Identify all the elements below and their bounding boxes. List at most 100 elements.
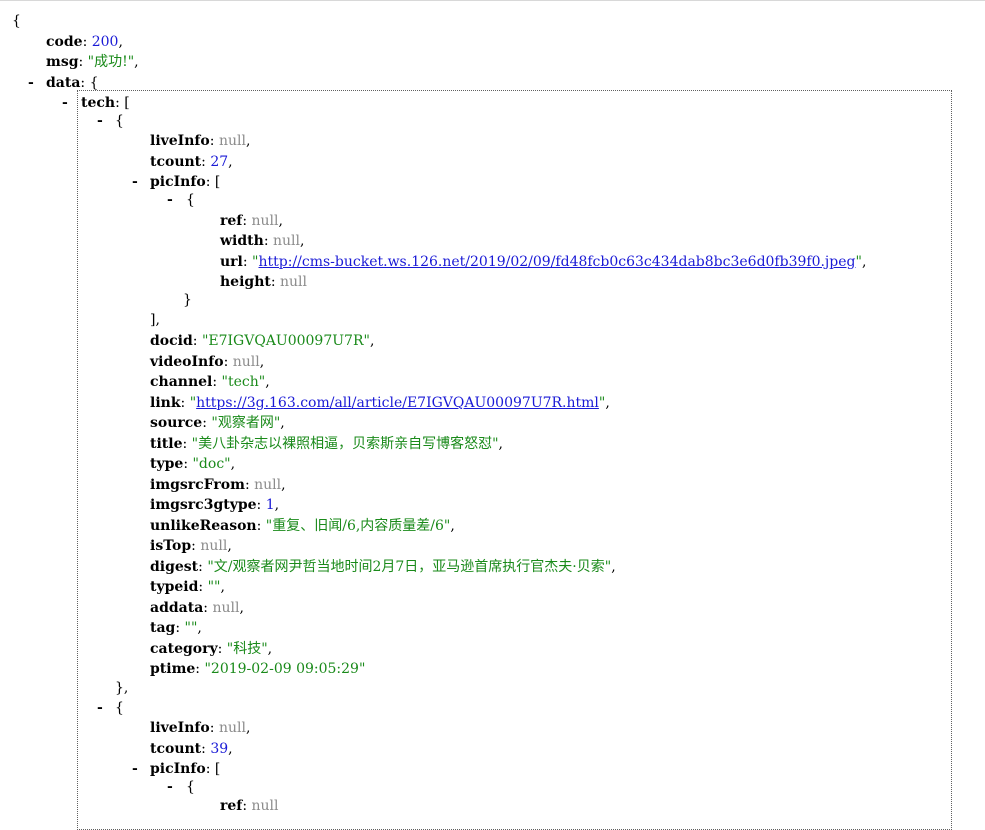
json-value: "成功!" — [87, 54, 135, 70]
json-key: liveInfo — [150, 720, 210, 736]
collapse-toggle-item[interactable]: - — [97, 698, 103, 718]
collapse-toggle-picinfo[interactable]: - — [132, 172, 138, 192]
json-key: source — [150, 415, 203, 431]
json-value: "2019-02-09 09:05:29" — [204, 661, 366, 677]
link-url[interactable]: https://3g.163.com/all/article/E7IGVQAU0… — [196, 395, 599, 411]
json-key: addata — [150, 600, 204, 616]
json-bracket: [ — [124, 95, 130, 111]
json-value: "E7IGVQAU00097U7R" — [201, 333, 370, 349]
json-key: width — [220, 233, 264, 249]
json-key: ptime — [150, 661, 196, 677]
field-row: ptime: "2019-02-09 09:05:29" — [150, 661, 366, 677]
json-key: isTop — [150, 538, 192, 554]
collapse-toggle-pic[interactable]: - — [167, 777, 173, 797]
json-key: typeid — [150, 579, 199, 595]
field-row: category: "科技", — [150, 641, 273, 657]
json-bracket: [ — [214, 174, 221, 190]
field-row: picInfo: [ — [150, 174, 221, 190]
json-value: "文/观察者网尹哲当地时间2月7日，亚马逊首席执行官杰夫·贝索" — [207, 559, 612, 575]
top-border — [0, 0, 985, 1]
json-key: digest — [150, 559, 199, 575]
json-value: null — [218, 720, 246, 736]
json-key: unlikeReason — [150, 518, 257, 534]
json-key: imgsrc3gtype — [150, 497, 257, 513]
json-key: url — [220, 254, 243, 270]
json-key: docid — [150, 333, 193, 349]
field-row: imgsrcFrom: null, — [150, 477, 286, 493]
json-value: null — [212, 600, 240, 616]
json-key: tcount — [150, 741, 202, 757]
url-link[interactable]: http://cms-bucket.ws.126.net/2019/02/09/… — [259, 254, 856, 270]
field-row: url: "http://cms-bucket.ws.126.net/2019/… — [220, 254, 867, 270]
item-open-brace: { — [115, 700, 124, 716]
pic-open-brace: { — [186, 779, 195, 795]
json-key: tag — [150, 620, 176, 636]
field-row: unlikeReason: "重复、旧闻/6,内容质量差/6", — [150, 518, 455, 534]
json-value: 27 — [210, 154, 229, 170]
field-row: addata: null, — [150, 600, 244, 616]
array-close: ], — [150, 312, 160, 328]
json-value: 39 — [210, 741, 229, 757]
field-row: imgsrc3gtype: 1, — [150, 497, 280, 513]
msg-row: msg: "成功!", — [46, 54, 139, 70]
field-row: source: "观察者网", — [150, 415, 285, 431]
json-key: ref — [220, 798, 243, 814]
json-key: videoInfo — [150, 354, 224, 370]
field-row: typeid: "", — [150, 579, 225, 595]
field-row: tcount: 27, — [150, 154, 233, 170]
tech-row: tech: [ — [81, 95, 130, 111]
json-key: code — [46, 34, 83, 50]
json-value: "观察者网" — [211, 415, 281, 431]
pic-close-brace: } — [183, 292, 192, 308]
collapse-toggle-pic[interactable]: - — [167, 190, 173, 210]
json-value: "tech" — [221, 374, 266, 390]
field-row: liveInfo: null, — [150, 720, 251, 736]
json-key: channel — [150, 374, 213, 390]
field-row: docid: "E7IGVQAU00097U7R", — [150, 333, 375, 349]
json-key: type — [150, 456, 184, 472]
json-bracket: [ — [214, 761, 221, 777]
pic-open-brace: { — [186, 192, 195, 208]
item-close-brace: }, — [115, 680, 129, 696]
field-row: ref: null — [220, 798, 279, 814]
collapse-toggle-item[interactable]: - — [97, 111, 103, 131]
field-row: videoInfo: null, — [150, 354, 265, 370]
field-row: liveInfo: null, — [150, 133, 251, 149]
field-row: channel: "tech", — [150, 374, 270, 390]
json-brace: { — [89, 75, 99, 91]
json-value: "doc" — [192, 456, 231, 472]
json-value: "" — [207, 579, 221, 595]
json-value: null — [251, 213, 279, 229]
json-value: null — [280, 274, 308, 290]
json-value: null — [218, 133, 246, 149]
json-key: height — [220, 274, 271, 290]
json-value: null — [251, 798, 279, 814]
json-key: picInfo — [150, 761, 206, 777]
json-key: tech — [81, 95, 116, 111]
field-row: picInfo: [ — [150, 761, 221, 777]
field-row: height: null — [220, 274, 308, 290]
json-value: "" — [184, 620, 198, 636]
json-key: msg — [46, 54, 79, 70]
json-value: 200 — [91, 34, 119, 50]
field-row: type: "doc", — [150, 456, 236, 472]
item-open-brace: { — [115, 113, 124, 129]
json-key: picInfo — [150, 174, 206, 190]
collapse-toggle-data[interactable]: - — [28, 73, 34, 93]
field-row: ref: null, — [220, 213, 283, 229]
json-key: liveInfo — [150, 133, 210, 149]
json-value: 1 — [265, 497, 275, 513]
json-value: "重复、旧闻/6,内容质量差/6" — [265, 518, 451, 534]
field-row: isTop: null, — [150, 538, 232, 554]
field-row: title: "美八卦杂志以裸照相逼，贝索斯亲自写博客怒怼", — [150, 436, 503, 452]
json-value: "美八卦杂志以裸照相逼，贝索斯亲自写博客怒怼" — [191, 436, 499, 452]
collapse-toggle-tech[interactable]: - — [62, 93, 68, 113]
collapse-toggle-picinfo[interactable]: - — [132, 759, 138, 779]
field-row: width: null, — [220, 233, 305, 249]
field-row: tcount: 39, — [150, 741, 233, 757]
json-key: data — [46, 75, 81, 91]
json-value: null — [254, 477, 282, 493]
json-key: tcount — [150, 154, 202, 170]
json-key: title — [150, 436, 183, 452]
field-row: tag: "", — [150, 620, 202, 636]
